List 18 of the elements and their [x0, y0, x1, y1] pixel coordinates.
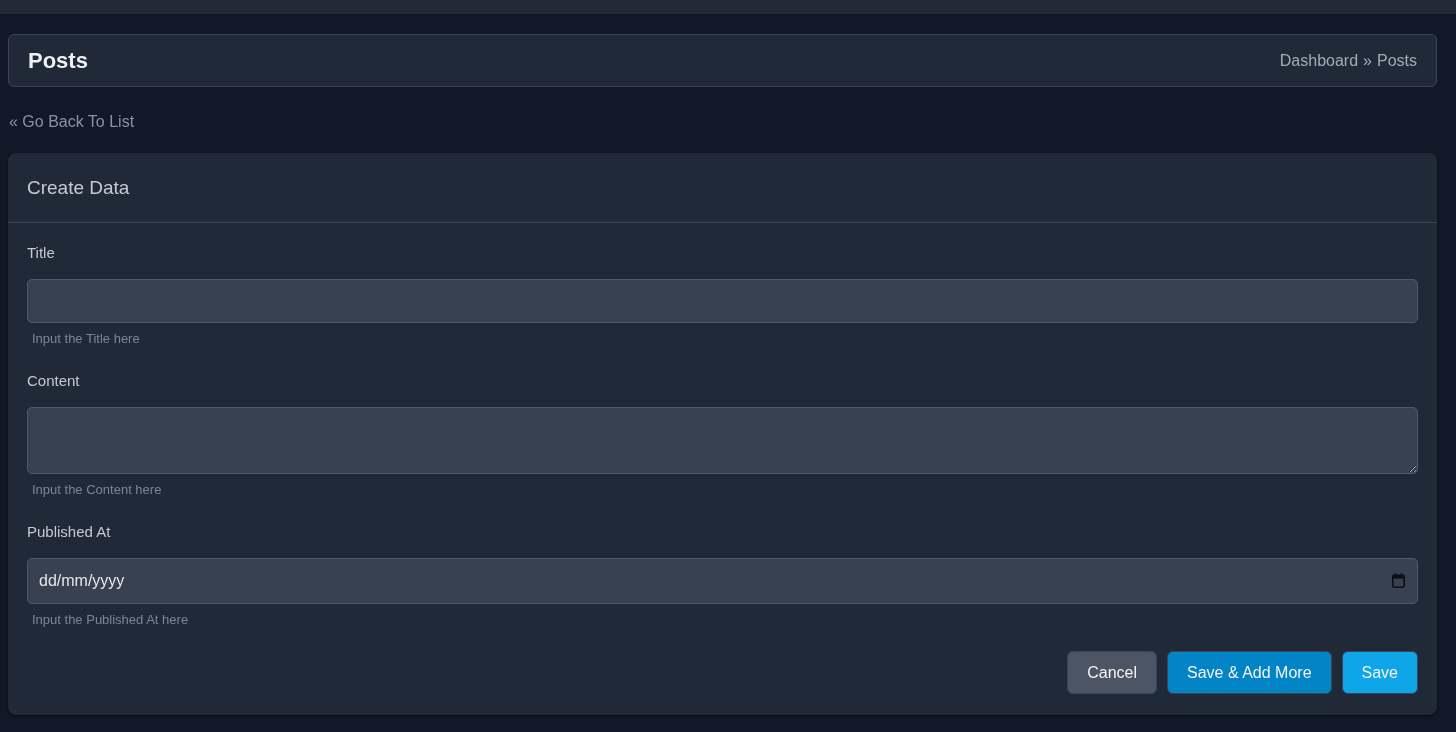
save-and-add-button[interactable]: Save & Add More — [1167, 651, 1332, 694]
field-label: Published At — [27, 522, 111, 542]
breadcrumb-link[interactable]: Dashboard — [1279, 51, 1359, 70]
field-label: Content — [27, 371, 80, 391]
cancel-button[interactable]: Cancel — [1067, 651, 1157, 694]
textarea-input[interactable] — [27, 407, 1418, 474]
breadcrumb-separator: » — [1363, 51, 1372, 70]
help-text: Input the Published At here — [32, 612, 189, 628]
back-link[interactable]: « Go Back To List — [9, 112, 135, 132]
field-label: Title — [27, 243, 55, 263]
calendar-icon[interactable] — [1392, 573, 1405, 588]
page-title: Posts — [28, 47, 88, 74]
date-input[interactable]: dd/mm/yyyy — [27, 558, 1418, 604]
form-title: Create Data — [27, 176, 130, 199]
breadcrumb-link[interactable]: Posts — [1377, 51, 1417, 70]
help-text: Input the Content here — [32, 482, 162, 498]
help-text: Input the Title here — [32, 331, 140, 347]
text-input[interactable] — [27, 279, 1418, 323]
